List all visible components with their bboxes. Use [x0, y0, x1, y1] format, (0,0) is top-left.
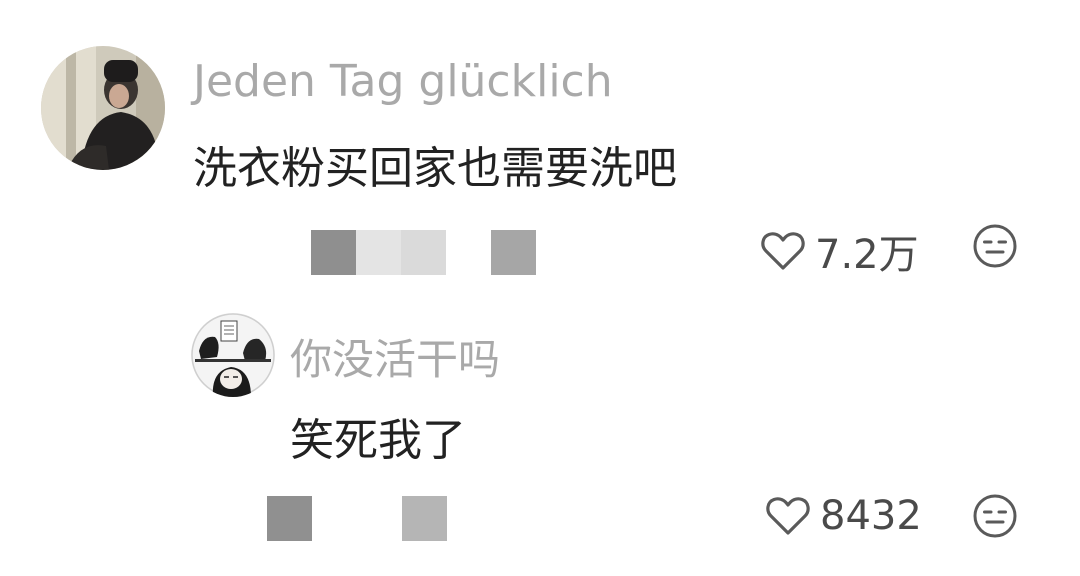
meh-face-icon [971, 492, 1019, 540]
redacted-info [267, 496, 447, 541]
heart-outline-icon [759, 227, 807, 275]
comment-username[interactable]: Jeden Tag glücklich [193, 56, 613, 107]
meh-face-icon [971, 222, 1019, 270]
redacted-info [311, 230, 536, 275]
redaction-tile [357, 496, 402, 541]
comment-username[interactable]: 你没活干吗 [290, 326, 500, 387]
redaction-tile [401, 230, 446, 275]
like-count: 8432 [820, 493, 922, 539]
comment-text: 洗衣粉买回家也需要洗吧 [193, 143, 677, 194]
redaction-tile [356, 230, 401, 275]
user-avatar[interactable] [191, 313, 275, 397]
like-button[interactable]: 7.2万 [759, 222, 919, 280]
like-button[interactable]: 8432 [764, 492, 922, 540]
redaction-tile [311, 230, 356, 275]
redaction-tile [312, 496, 357, 541]
redaction-tile [491, 230, 536, 275]
redaction-tile [402, 496, 447, 541]
redaction-tile [446, 230, 491, 275]
heart-outline-icon [764, 492, 812, 540]
dislike-button[interactable] [971, 222, 1019, 270]
redaction-tile [267, 496, 312, 541]
user-avatar[interactable] [41, 46, 165, 170]
dislike-button[interactable] [971, 492, 1019, 540]
like-count: 7.2万 [815, 232, 919, 278]
comment-text: 笑死我了 [290, 415, 466, 466]
